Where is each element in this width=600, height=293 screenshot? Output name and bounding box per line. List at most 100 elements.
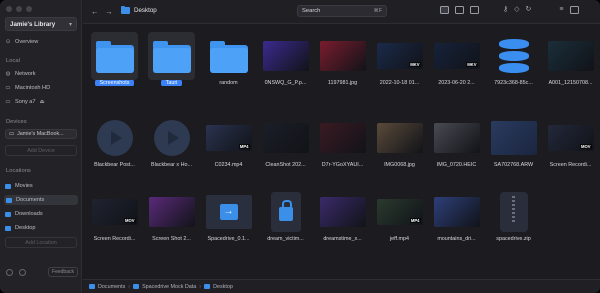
current-location: Desktop (121, 5, 157, 14)
file-item[interactable]: A001_12150708... (543, 26, 598, 108)
file-item[interactable]: Blackbear x Ho... (144, 108, 199, 190)
library-selector[interactable]: Jamie's Library ▾ (5, 17, 77, 31)
file-name-label: dream_victim... (267, 236, 304, 242)
search-input[interactable]: Search ⌘F (297, 5, 387, 17)
path-segment[interactable]: Spacedrive Mock Data (142, 284, 196, 290)
file-thumbnail (319, 114, 366, 162)
folder-icon (5, 211, 11, 217)
key-icon[interactable]: ⚷ (503, 6, 508, 14)
list-view-icon[interactable] (455, 6, 464, 14)
file-thumbnail: MOV (547, 114, 594, 162)
locations-section-title: Locations (6, 168, 31, 174)
file-name-label: Screen Recordi... (549, 162, 592, 168)
minimize-window-button[interactable] (16, 6, 22, 12)
file-item[interactable]: IMG0068.jpg (372, 108, 427, 190)
file-item[interactable]: dream_victim... (258, 182, 313, 264)
file-name-label: IMG0068.jpg (384, 162, 415, 168)
maximize-window-button[interactable] (26, 6, 32, 12)
file-item[interactable]: 1197981.jpg (315, 26, 370, 108)
chevron-down-icon: ▾ (68, 21, 72, 28)
file-item[interactable]: mountains_dri... (429, 182, 484, 264)
file-item[interactable]: → Spacedrive_0.1... (201, 182, 256, 264)
file-item[interactable]: MP4 jeff.mp4 (372, 182, 427, 264)
file-name-label: dreamstime_x... (323, 236, 362, 242)
add-device-button[interactable]: Add Device (5, 145, 77, 156)
inspector-panel-icon[interactable] (569, 6, 579, 14)
folder-icon (209, 41, 248, 73)
sliders-icon[interactable]: ≡ (559, 6, 563, 14)
sidebar-item-network[interactable]: ◍ Network (5, 69, 36, 79)
video-thumbnail: MKV (376, 43, 423, 69)
path-segment[interactable]: Documents (98, 284, 125, 290)
file-item[interactable]: Screen Shot 2... (144, 182, 199, 264)
file-item[interactable]: 0NSWQ_G_P.p... (258, 26, 313, 108)
folder-icon (89, 284, 95, 289)
add-location-button[interactable]: Add Location (5, 237, 77, 248)
settings-icon[interactable] (6, 268, 13, 276)
video-file-icon (153, 120, 190, 156)
local-section-title: Local (6, 58, 20, 64)
device-label: Jamie's MacBook... (17, 131, 64, 137)
sidebar-item-label: Documents (16, 197, 45, 203)
file-name: dreamstime_x... (315, 236, 370, 242)
drive-icon: ▭ (5, 99, 11, 105)
grid-view-icon[interactable] (440, 6, 449, 14)
archive-icon (499, 192, 528, 232)
file-item[interactable]: Screenshots (87, 26, 142, 108)
close-window-button[interactable] (6, 6, 12, 12)
folder-icon (6, 197, 12, 203)
file-thumbnail: MKV (376, 32, 423, 80)
refresh-icon[interactable]: ↻ (526, 6, 532, 14)
file-item[interactable]: D7r-YGoXYAUI... (315, 108, 370, 190)
sidebar-item-macintosh-hd[interactable]: ▭ Macintosh HD (5, 83, 50, 93)
sidebar-item-label: Sony a7 (15, 99, 36, 105)
device-item[interactable]: ▭ Jamie's MacBook... (5, 129, 77, 139)
folder-icon (121, 5, 130, 14)
sidebar-item-documents[interactable]: Documents (4, 195, 78, 205)
database-icon (498, 39, 529, 73)
sidebar-item-downloads[interactable]: Downloads (5, 209, 43, 219)
file-name: 1197981.jpg (315, 80, 370, 86)
file-item[interactable]: MKV 2023-06-20 2... (429, 26, 484, 108)
back-arrow-icon[interactable]: ← (91, 7, 99, 16)
file-item[interactable]: MKV 2022-10-18 01... (372, 26, 427, 108)
file-thumbnail: MKV (433, 32, 480, 80)
file-item[interactable]: CleanShot 202... (258, 108, 313, 190)
file-thumbnail (205, 32, 252, 80)
file-item[interactable]: MP4 C0234.mp4 (201, 108, 256, 190)
sidebar-item-overview[interactable]: ⊙ Overview (5, 37, 39, 47)
file-type-badge: MOV (579, 144, 592, 149)
file-name-label: Tauri (160, 80, 183, 86)
video-thumbnail: MP4 (205, 125, 252, 151)
file-thumbnail (91, 32, 138, 80)
tag-icon[interactable]: ◇ (514, 6, 519, 14)
path-segment[interactable]: Desktop (213, 284, 233, 290)
file-item[interactable]: MOV Screen Recordi... (543, 108, 598, 190)
file-thumbnail: MOV (91, 188, 138, 236)
file-name-label: random (219, 80, 238, 86)
eject-icon[interactable]: ⏏ (40, 99, 45, 105)
file-item[interactable]: Blackbear Post... (87, 108, 142, 190)
media-view-icon[interactable] (470, 6, 479, 14)
sidebar-item-sony-a7[interactable]: ▭ Sony a7 ⏏ (5, 97, 45, 107)
sync-icon[interactable] (19, 268, 26, 276)
folder-icon (5, 225, 11, 231)
file-item[interactable]: SA702768.ARW (486, 108, 541, 190)
file-name-label: jeff.mp4 (389, 236, 410, 242)
file-item[interactable]: 7923c368-85c... (486, 26, 541, 108)
feedback-button[interactable]: Feedback (48, 267, 78, 277)
file-name-label: D7r-YGoXYAUI... (321, 162, 364, 168)
file-thumbnail: MP4 (205, 114, 252, 162)
file-item[interactable]: Tauri (144, 26, 199, 108)
folder-icon (152, 41, 191, 73)
file-item[interactable]: IMG_0720.HEIC (429, 108, 484, 190)
file-item[interactable]: random (201, 26, 256, 108)
chevron-right-icon: › (199, 283, 202, 290)
file-name-label: C0234.mp4 (214, 162, 243, 168)
file-item[interactable]: MOV Screen Recordi... (87, 182, 142, 264)
file-item[interactable]: spacedrive.zip (486, 182, 541, 264)
forward-arrow-icon[interactable]: → (105, 7, 113, 16)
file-item[interactable]: dreamstime_x... (315, 182, 370, 264)
sidebar-item-movies[interactable]: Movies (5, 181, 33, 191)
sidebar-item-desktop[interactable]: Desktop (5, 223, 36, 233)
